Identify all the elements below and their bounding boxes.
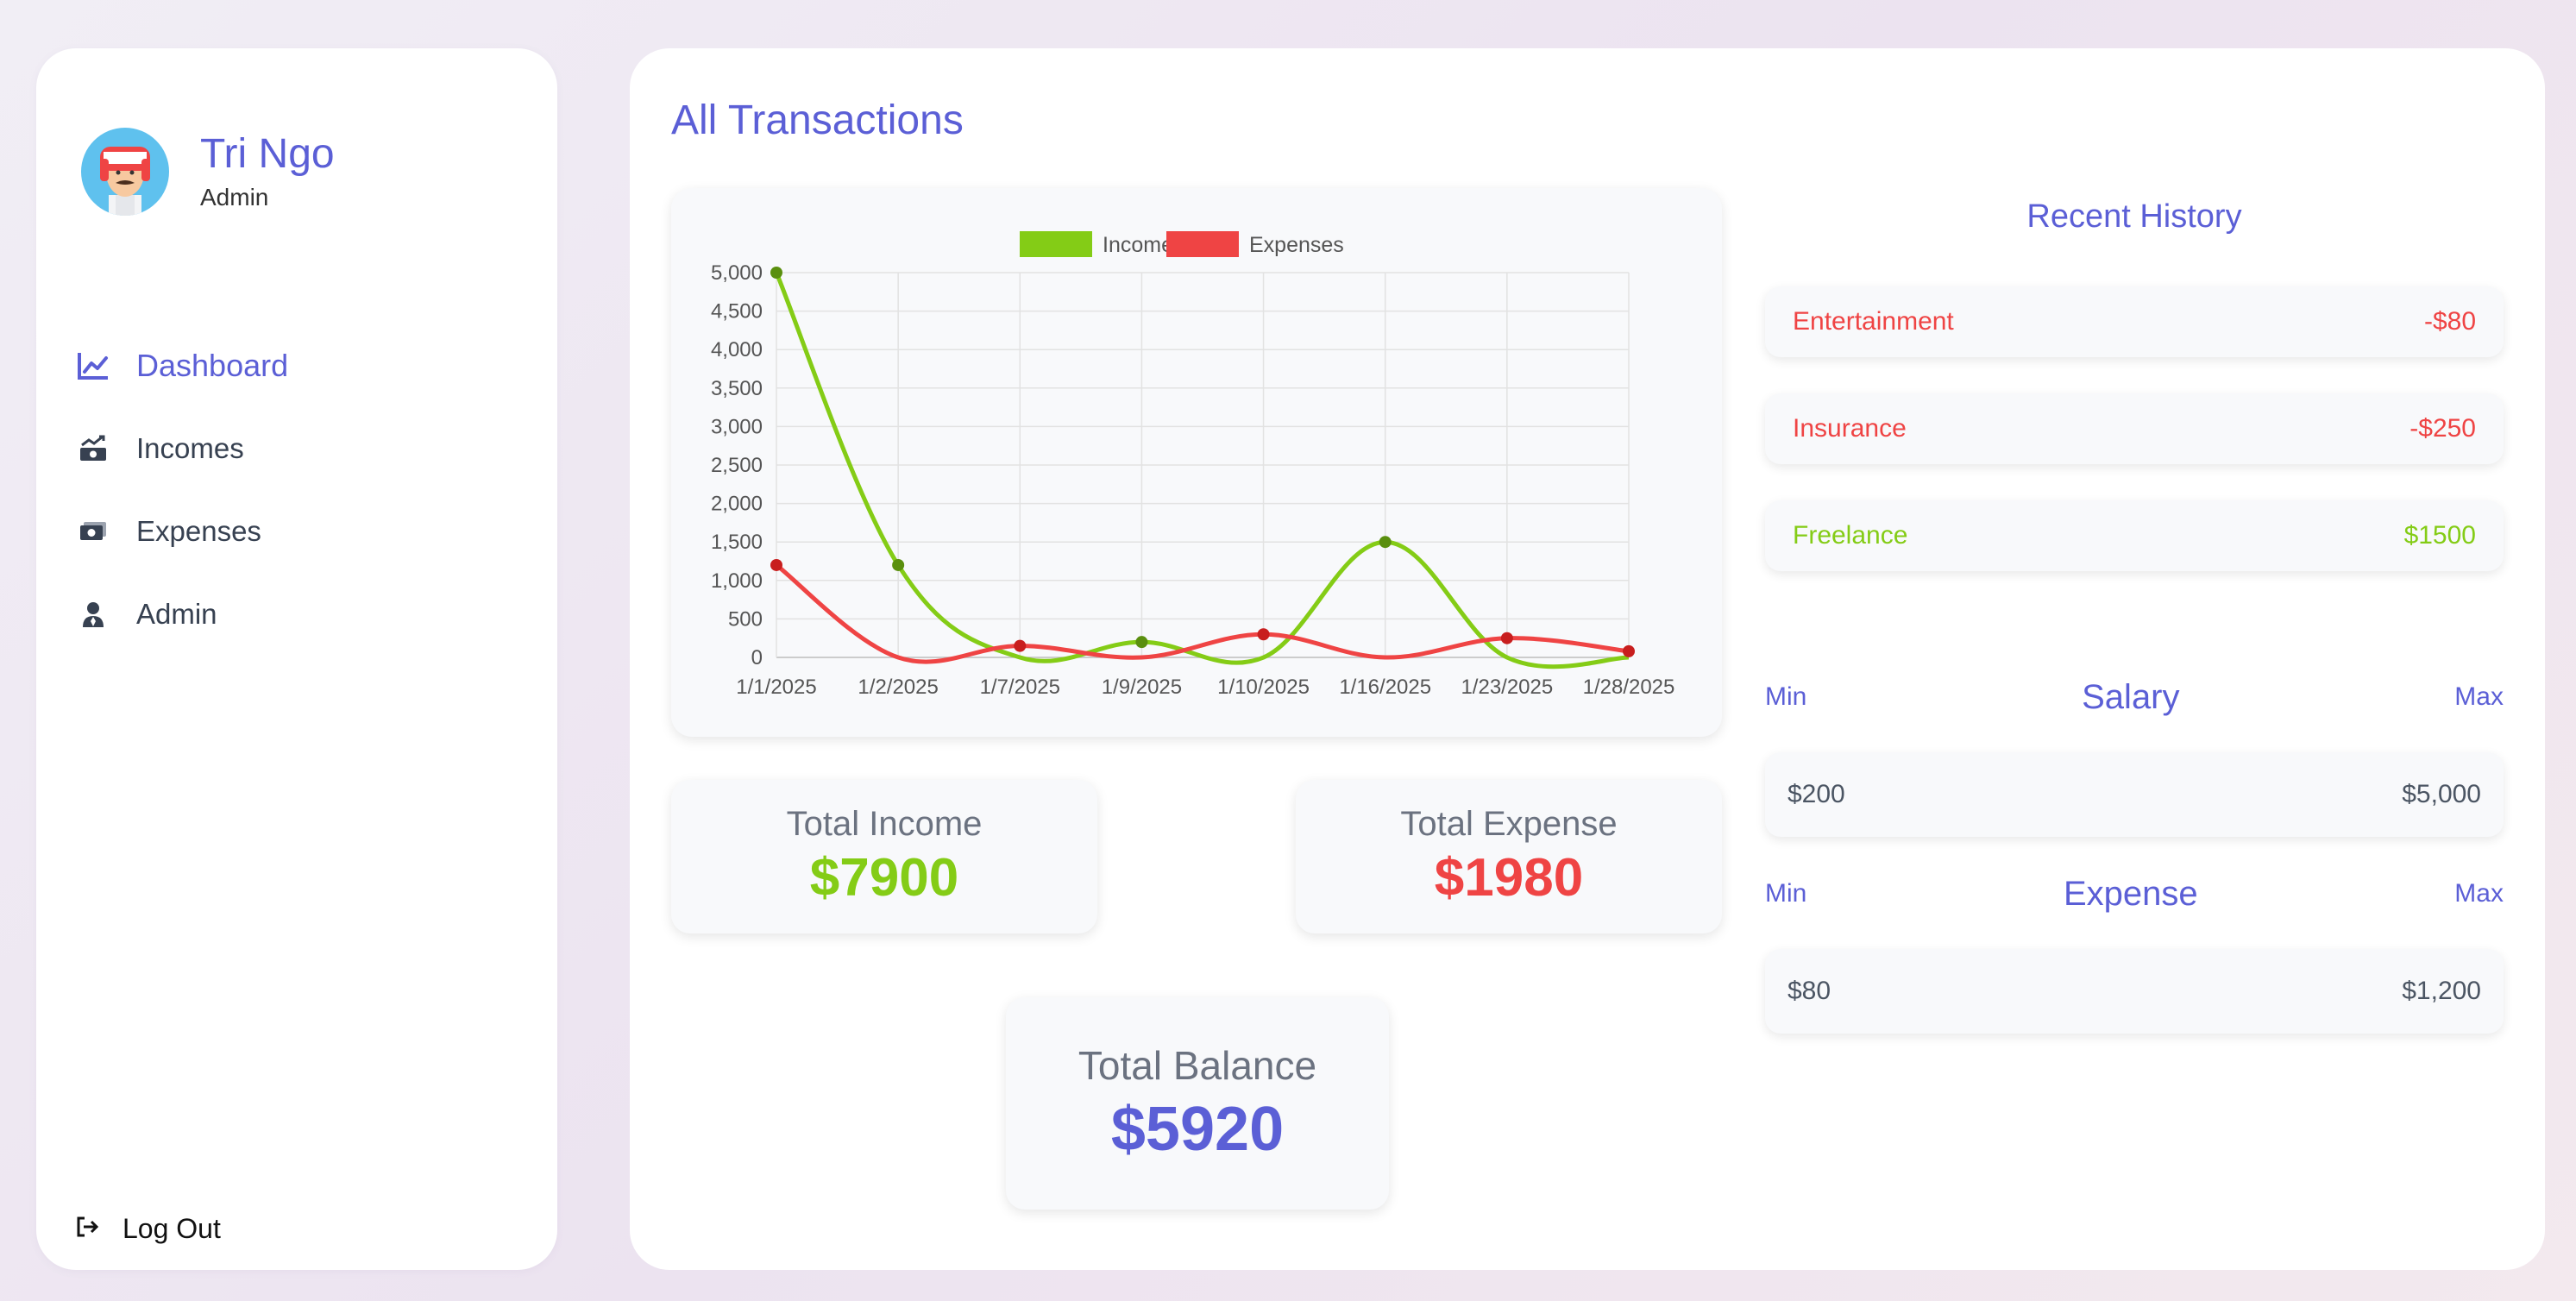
data-point [1014,639,1027,652]
data-point [892,558,905,571]
expense-range-header: Min Expense Max [1765,868,2504,920]
y-tick-label: 1,000 [711,569,763,593]
total-income-card: Total Income $7900 [671,780,1097,933]
x-tick-label: 1/1/2025 [736,676,816,699]
history-item-amount: $1500 [2403,521,2476,550]
recent-history-title: Recent History [2026,198,2242,235]
history-item[interactable]: Insurance -$250 [1765,393,2504,464]
expense-range-box: $80 $1,200 [1765,949,2504,1034]
series-line [774,272,1630,669]
logout-label: Log Out [123,1213,221,1244]
expense-min-value: $80 [1787,977,1831,1005]
page-title: All Transactions [671,97,964,143]
chart-line-icon [76,349,110,383]
expense-title: Expense [2063,874,2198,913]
sidebar-item-expenses[interactable]: Expenses [76,490,525,573]
history-item-label: Freelance [1793,521,1908,550]
profile: Tri Ngo Admin [81,128,335,216]
money-bill-trend-icon [76,431,110,466]
sign-out-icon [76,1216,100,1242]
sidebar-item-admin[interactable]: Admin [76,573,525,656]
sidebar-item-label: Admin [136,598,217,630]
salary-title: Salary [2082,677,2180,716]
transactions-chart: 0 500 1,000 1,500 2,000 2,500 3,000 3,500 4,000 4… [711,231,1675,699]
total-income-label: Total Income [786,805,983,843]
sidebar-item-label: Expenses [136,515,261,547]
x-tick-label: 1/28/2025 [1583,676,1675,699]
y-tick-label: 500 [728,607,763,631]
salary-max-value: $5,000 [2402,780,2481,808]
total-expense-label: Total Expense [1400,805,1618,843]
y-tick-label: 3,500 [711,377,763,400]
data-point [770,267,782,279]
legend-label: Expenses [1249,233,1344,257]
history-item-amount: -$80 [2423,307,2476,336]
salary-range-box: $200 $5,000 [1765,752,2504,837]
x-tick-label: 1/10/2025 [1217,676,1310,699]
history-item-amount: -$250 [2410,414,2476,443]
salary-range-header: Min Salary Max [1765,671,2504,723]
salary-min-label: Min [1765,682,1807,711]
data-point [1135,636,1148,649]
x-tick-label: 1/9/2025 [1102,676,1182,699]
legend-swatch [1020,231,1092,257]
total-balance-card: Total Balance $5920 [1006,997,1389,1210]
y-tick-label: 4,000 [711,338,763,361]
y-tick-label: 5,000 [711,261,763,285]
sidebar: Tri Ngo Admin Dashboard Incomes Expenses [36,48,557,1270]
money-bill-icon [76,514,110,549]
data-point [770,558,782,571]
history-item[interactable]: Entertainment -$80 [1765,286,2504,357]
sidebar-item-incomes[interactable]: Incomes [76,407,525,490]
total-expense-card: Total Expense $1980 [1296,780,1722,933]
x-tick-label: 1/7/2025 [980,676,1060,699]
x-tick-label: 1/2/2025 [858,676,938,699]
total-income-value: $7900 [809,848,959,908]
x-tick-label: 1/16/2025 [1339,676,1431,699]
profile-role: Admin [200,184,269,211]
expense-min-label: Min [1765,879,1807,908]
main-panel: All Transactions 0 500 1,000 1,500 2,000 2,50… [630,48,2545,1270]
x-tick-label: 1/23/2025 [1461,676,1553,699]
sidebar-item-label: Incomes [136,432,244,464]
total-balance-value: $5920 [1110,1095,1285,1164]
profile-name: Tri Ngo [200,130,335,177]
history-item[interactable]: Freelance $1500 [1765,500,2504,571]
expense-max-label: Max [2454,879,2504,908]
transactions-chart-card: 0 500 1,000 1,500 2,000 2,500 3,000 3,500 4,000 4… [671,188,1722,737]
y-tick-label: 3,000 [711,415,763,438]
data-point [1500,632,1513,644]
series-line [775,563,1630,664]
salary-min-value: $200 [1787,780,1845,808]
sidebar-item-label: Dashboard [136,348,289,383]
user-tie-icon [76,597,110,632]
history-item-label: Entertainment [1793,307,1954,336]
y-tick-label: 1,500 [711,531,763,554]
total-balance-label: Total Balance [1078,1043,1317,1088]
sidebar-item-dashboard[interactable]: Dashboard [76,324,525,407]
y-tick-label: 2,000 [711,493,763,516]
data-point [1623,644,1635,657]
avatar [81,128,169,216]
y-tick-label: 2,500 [711,454,763,477]
total-expense-value: $1980 [1434,848,1584,908]
legend-label: Income [1103,233,1173,257]
y-tick-label: 0 [751,646,763,669]
salary-max-label: Max [2454,682,2504,711]
logout-button[interactable]: Log Out [76,1213,221,1245]
sidebar-nav: Dashboard Incomes Expenses Admin [76,324,525,656]
history-item-label: Insurance [1793,414,1907,443]
legend-swatch [1166,231,1239,257]
data-point [1257,628,1270,641]
data-point [1379,536,1392,549]
y-tick-label: 4,500 [711,300,763,324]
expense-max-value: $1,200 [2402,977,2481,1005]
